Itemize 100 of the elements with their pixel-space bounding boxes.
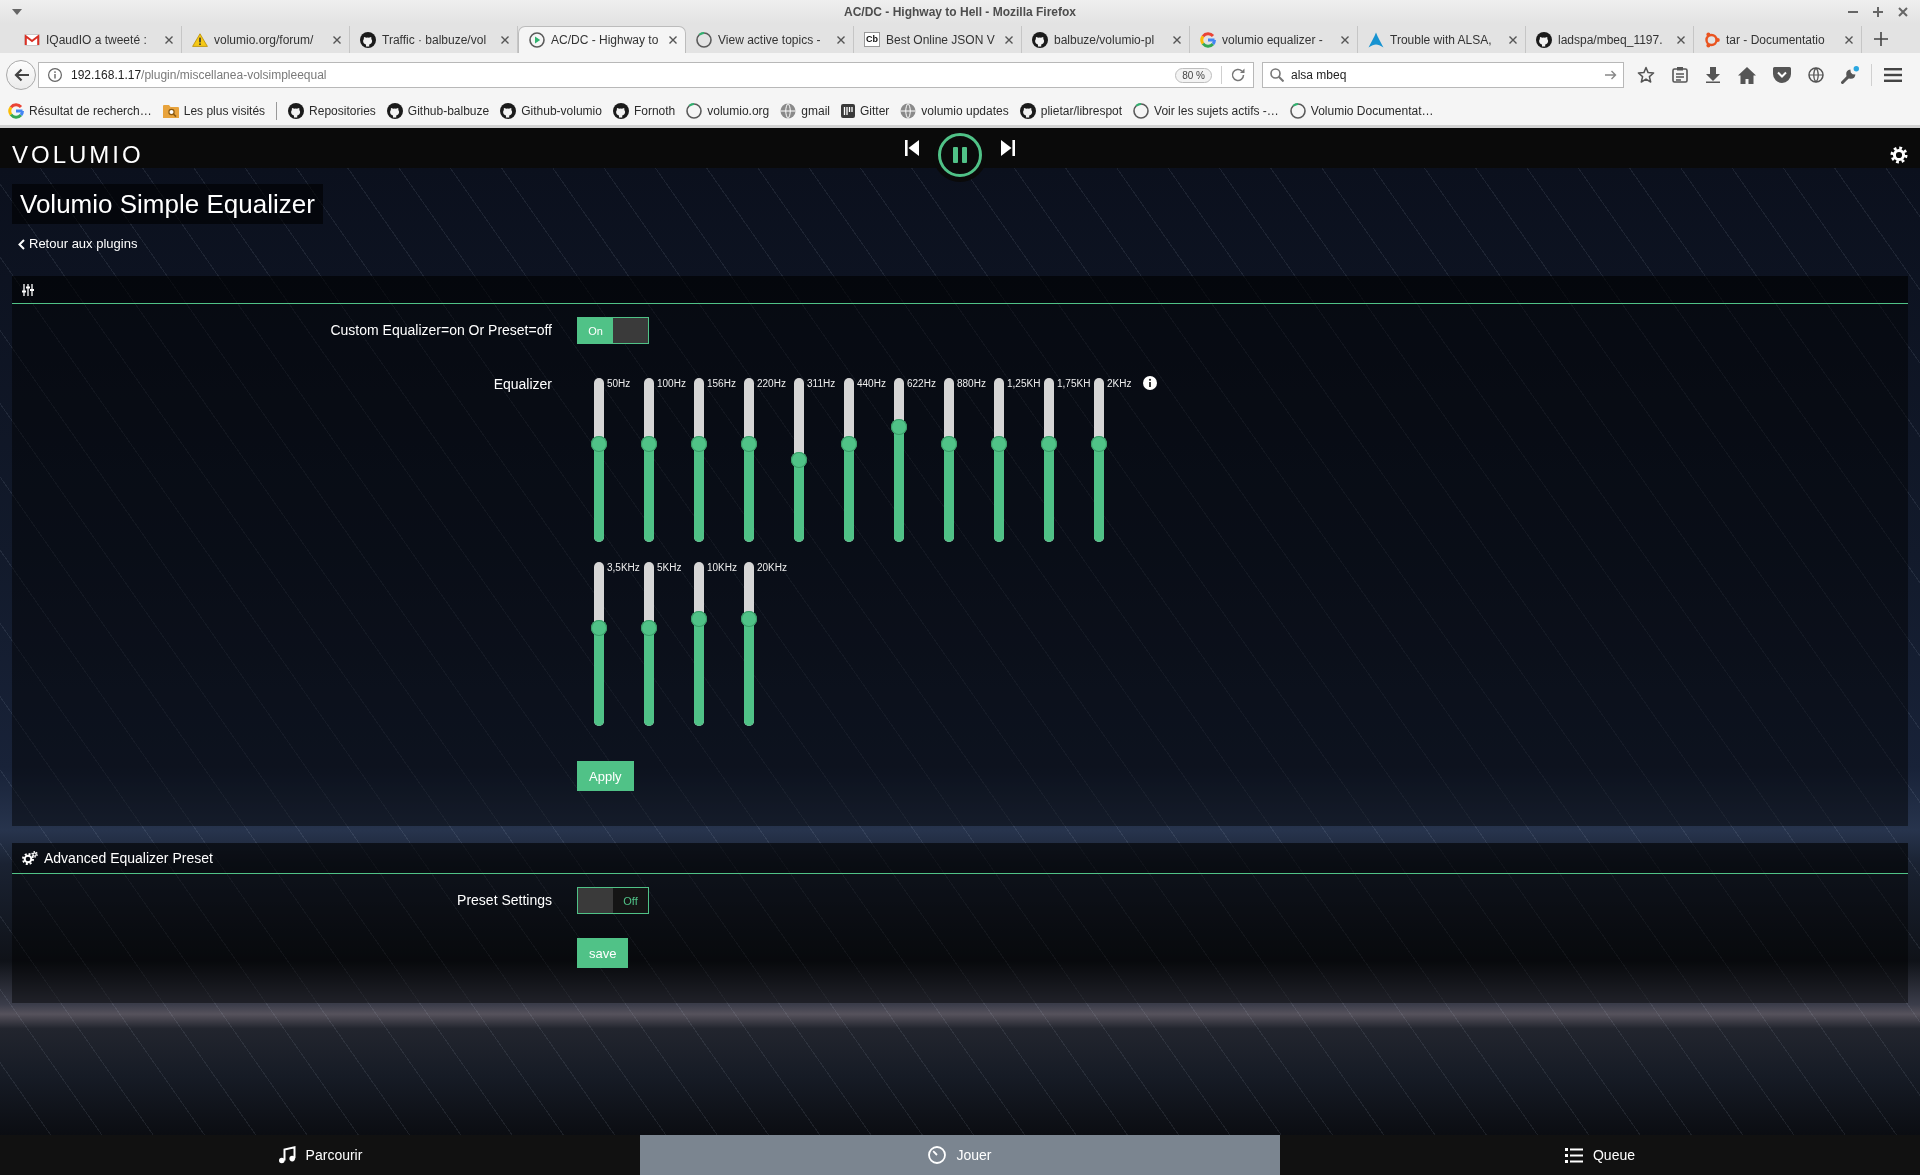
bookmark-item[interactable]: volumio updates bbox=[900, 103, 1009, 119]
close-icon[interactable] bbox=[1898, 7, 1908, 17]
eq-slider[interactable] bbox=[691, 378, 707, 542]
cat-silhouette-icon bbox=[500, 103, 517, 119]
caret-icon[interactable] bbox=[12, 9, 22, 15]
maximize-icon[interactable] bbox=[1873, 7, 1883, 17]
skip-back-icon[interactable] bbox=[905, 140, 919, 156]
eq-slider[interactable] bbox=[1091, 378, 1107, 542]
close-icon[interactable] bbox=[1005, 35, 1013, 44]
eq-slider[interactable] bbox=[791, 378, 807, 542]
close-icon[interactable] bbox=[333, 35, 341, 44]
toggle-switch[interactable]: Off bbox=[577, 887, 649, 914]
slider-thumb[interactable] bbox=[741, 435, 757, 452]
site-logo: Cb bbox=[864, 32, 880, 47]
multicolor-ring-icon bbox=[8, 103, 24, 119]
slider-thumb[interactable] bbox=[641, 435, 657, 452]
section-title: Advanced Equalizer Preset bbox=[44, 849, 213, 868]
slider-thumb[interactable] bbox=[1041, 435, 1057, 452]
band-label: 3,5KHz bbox=[607, 562, 640, 574]
browser-tab[interactable]: AC/DC - Highway to bbox=[518, 26, 686, 53]
bookmark-item[interactable]: Fornoth bbox=[612, 103, 676, 119]
wrench-icon[interactable] bbox=[1841, 66, 1859, 84]
bookmark-item[interactable]: gmail bbox=[780, 103, 830, 119]
close-icon[interactable] bbox=[1677, 35, 1685, 44]
bookmark-item[interactable]: Github-volumio bbox=[500, 103, 602, 119]
eq-slider[interactable] bbox=[641, 562, 657, 726]
globe-icon[interactable] bbox=[1808, 67, 1824, 83]
arrow-right-icon[interactable] bbox=[1605, 70, 1617, 80]
close-icon[interactable] bbox=[837, 35, 845, 44]
slider-thumb[interactable] bbox=[1091, 435, 1107, 452]
slider-thumb[interactable] bbox=[741, 611, 757, 628]
bookmark-item[interactable]: Github-balbuze bbox=[386, 103, 490, 119]
logo[interactable]: VOLUMIO bbox=[12, 143, 144, 167]
close-icon[interactable] bbox=[165, 35, 173, 44]
warning-icon bbox=[192, 32, 208, 47]
bookmark-item[interactable]: Les plus visités bbox=[162, 104, 266, 118]
ring-icon bbox=[1133, 103, 1150, 119]
slider-thumb[interactable] bbox=[941, 435, 957, 452]
shield-icon[interactable] bbox=[1773, 67, 1791, 83]
slider-thumb[interactable] bbox=[641, 619, 657, 636]
skip-forward-icon[interactable] bbox=[1001, 140, 1015, 156]
back-button[interactable] bbox=[6, 60, 36, 90]
slider-thumb[interactable] bbox=[691, 435, 707, 452]
slider-thumb[interactable] bbox=[691, 611, 707, 628]
eq-slider[interactable] bbox=[941, 378, 957, 542]
info-icon[interactable] bbox=[1143, 376, 1157, 390]
bookmark-item[interactable]: volumio.org bbox=[686, 103, 770, 119]
band-label: 10KHz bbox=[707, 562, 737, 574]
bookmark-item[interactable]: Voir les sujets actifs -… bbox=[1133, 103, 1279, 119]
slider-thumb[interactable] bbox=[991, 435, 1007, 452]
slider-thumb[interactable] bbox=[591, 619, 607, 636]
envelope-icon bbox=[24, 33, 40, 46]
footer-tab[interactable]: Parcourir bbox=[0, 1135, 640, 1175]
bookmark-item[interactable]: Résultat de recherch… bbox=[8, 103, 152, 119]
eq-slider[interactable] bbox=[891, 378, 907, 542]
menu-icon[interactable] bbox=[1884, 68, 1902, 82]
eq-slider[interactable] bbox=[1041, 378, 1057, 542]
back-link[interactable]: Retour aux plugins bbox=[18, 236, 138, 252]
eq-slider[interactable] bbox=[591, 562, 607, 726]
band-label: 1,25KH bbox=[1007, 378, 1041, 390]
download-icon[interactable] bbox=[1705, 67, 1721, 83]
search-field[interactable]: alsa mbeq bbox=[1262, 62, 1624, 88]
music-note-icon bbox=[277, 1146, 296, 1164]
eq-slider[interactable] bbox=[741, 378, 757, 542]
url-field[interactable]: 192.168.1.17/plugin/miscellanea-volsimpleequal 80 % bbox=[38, 62, 1254, 88]
slider-thumb[interactable] bbox=[591, 435, 607, 452]
eq-slider[interactable] bbox=[741, 562, 757, 726]
close-icon[interactable] bbox=[669, 36, 677, 44]
close-icon[interactable] bbox=[501, 35, 509, 44]
zoom-level[interactable]: 80 % bbox=[1175, 67, 1212, 83]
home-icon[interactable] bbox=[1738, 66, 1756, 84]
play-circle-icon bbox=[529, 32, 545, 48]
reload-icon[interactable] bbox=[1231, 68, 1245, 82]
close-icon[interactable] bbox=[1341, 35, 1349, 44]
band-label: 311Hz bbox=[807, 378, 836, 390]
eq-slider[interactable] bbox=[591, 378, 607, 542]
slider-thumb[interactable] bbox=[791, 452, 807, 468]
plus-icon[interactable] bbox=[1874, 31, 1888, 46]
dotted-ring-icon bbox=[1704, 31, 1720, 48]
footer-tab[interactable]: Jouer bbox=[640, 1135, 1280, 1175]
close-icon[interactable] bbox=[1509, 35, 1517, 44]
bookmark-item[interactable]: Volumio Documentat… bbox=[1289, 103, 1434, 119]
clipboard-icon[interactable] bbox=[1672, 67, 1688, 83]
ring-icon bbox=[686, 103, 703, 119]
slider-thumb[interactable] bbox=[891, 419, 907, 436]
bookmark-item[interactable]: Repositories bbox=[288, 103, 376, 119]
settings-icon[interactable] bbox=[1890, 146, 1908, 164]
eq-slider[interactable] bbox=[641, 378, 657, 542]
multicolor-ring-icon bbox=[1200, 31, 1216, 48]
close-icon[interactable] bbox=[1173, 35, 1181, 44]
eq-slider[interactable] bbox=[991, 378, 1007, 542]
bookmark-item[interactable]: plietar/librespot bbox=[1019, 103, 1123, 119]
star-icon[interactable] bbox=[1637, 66, 1655, 84]
eq-slider[interactable] bbox=[841, 378, 857, 542]
eq-slider[interactable] bbox=[691, 562, 707, 726]
band-label: 50Hz bbox=[607, 378, 631, 390]
bookmark-item[interactable]: Gitter bbox=[841, 104, 890, 118]
footer-tab[interactable]: Queue bbox=[1280, 1135, 1920, 1175]
close-icon[interactable] bbox=[1845, 35, 1853, 44]
slider-thumb[interactable] bbox=[841, 435, 857, 452]
